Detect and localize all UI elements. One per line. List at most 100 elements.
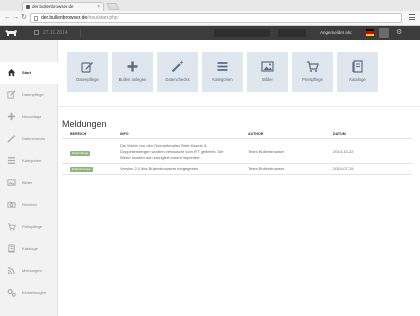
- home-icon: [7, 68, 16, 77]
- date-cell: 2014-07-15: [333, 166, 354, 171]
- book-icon: [352, 60, 363, 73]
- app-header: 27.11.2014 Angemeldet als: ⚙: [0, 26, 420, 40]
- list-icon: [7, 157, 16, 164]
- tile-label: Kategorien: [212, 77, 233, 82]
- url-path: /neu/start.php: [87, 15, 118, 21]
- book-icon: [8, 244, 15, 253]
- sidebar-item-label: Meldungen: [22, 268, 42, 273]
- sidebar-item-label: Datenchecks: [22, 136, 46, 141]
- login-status: Angemeldet als:: [320, 30, 353, 35]
- sidebar-item-datenchecks[interactable]: Datenchecks: [0, 128, 58, 150]
- tile-preispflege[interactable]: Preispflege: [292, 52, 333, 92]
- browser-toolbar: ← → ↻ der.bullenbrowser.de/neu/start.php: [0, 11, 420, 26]
- header-search-secondary[interactable]: [278, 29, 306, 37]
- wand-icon: [171, 60, 184, 73]
- gears-icon: [7, 289, 16, 297]
- quick-tiles: Datenpflege Bullen anlegen Datenchecks K…: [58, 40, 420, 106]
- header-search-field[interactable]: [214, 29, 270, 37]
- column-header-bereich: BEREICH: [70, 132, 87, 136]
- tile-label: Preispflege: [302, 77, 323, 82]
- tile-kategorien[interactable]: Kategorien: [202, 52, 243, 92]
- edit-icon: [81, 62, 93, 73]
- sidebar-item-kategorien[interactable]: Kategorien: [0, 150, 58, 172]
- cart-icon: [7, 223, 16, 231]
- sidebar-item-meldungen[interactable]: Meldungen: [0, 260, 58, 282]
- info-line: Version 2.0 des Bullenbrowsers freigegeb…: [120, 166, 199, 171]
- edit-icon: [7, 90, 16, 99]
- new-tab-button[interactable]: [106, 3, 120, 10]
- browser-tab-bar: der.bullenbrowser.de ×: [0, 0, 420, 11]
- tile-label: Datenpflege: [76, 77, 99, 82]
- table-header-rule: [62, 138, 412, 139]
- tile-label: Bilder: [262, 77, 273, 82]
- user-avatar[interactable]: [379, 28, 389, 38]
- author-cell: Team Bullenbrowser: [248, 149, 285, 154]
- rss-icon: [7, 267, 15, 275]
- wand-icon: [7, 134, 16, 143]
- tile-label: Kataloge: [349, 77, 366, 82]
- url-host: der.bullenbrowser.de: [41, 15, 88, 21]
- german-flag-icon[interactable]: [366, 29, 374, 36]
- calendar-icon: [34, 30, 39, 35]
- sidebar-item-label: Preispflege: [22, 224, 43, 229]
- address-bar[interactable]: der.bullenbrowser.de/neu/start.php: [30, 13, 402, 23]
- sidebar-item-kataloge[interactable]: Kataloge: [0, 238, 58, 260]
- sidebar-item-label: Kategorien: [22, 158, 42, 163]
- page-icon: [34, 16, 38, 21]
- info-cell: Die Werte von den Geimerkmalen Beta Kase…: [120, 143, 244, 161]
- tile-bilder[interactable]: Bilder: [247, 52, 288, 92]
- tile-bullen-anlegen[interactable]: Bullen anlegen: [112, 52, 153, 92]
- author-cell: Team Bullenbrowser: [248, 166, 285, 171]
- reload-icon[interactable]: ↻: [21, 14, 27, 22]
- sidebar-item-label: Start: [22, 70, 32, 75]
- area-badge: Bullenbrowser: [70, 167, 94, 172]
- sidebar-item-label: Rechten: [22, 202, 37, 207]
- sidebar-item-neuanlage[interactable]: Neuanlage: [0, 106, 58, 128]
- sidebar-item-einstellungen[interactable]: Einstellungen: [0, 282, 58, 304]
- plus-icon: [7, 112, 16, 121]
- sidebar-item-label: Kataloge: [22, 246, 38, 251]
- favicon-icon: [26, 5, 30, 9]
- browser-menu-icon[interactable]: [409, 14, 415, 22]
- tile-kataloge[interactable]: Kataloge: [337, 52, 378, 92]
- sidebar-item-preispflege[interactable]: Preispflege: [0, 216, 58, 238]
- sidebar-item-label: Datenpflege: [22, 92, 44, 97]
- cart-icon: [307, 61, 319, 72]
- bull-logo-icon[interactable]: [4, 29, 18, 37]
- sidebar-item-label: Neuanlage: [22, 114, 42, 119]
- sidebar-item-rechten[interactable]: Rechten: [0, 194, 58, 216]
- tile-datenpflege[interactable]: Datenpflege: [67, 52, 108, 92]
- settings-gear-icon[interactable]: ⚙: [396, 26, 402, 40]
- messages-title: Meldungen: [62, 119, 107, 129]
- browser-tab[interactable]: der.bullenbrowser.de ×: [22, 2, 104, 11]
- section-divider: [58, 106, 420, 107]
- date-cell: 2014-10-22: [333, 149, 354, 154]
- image-icon: [7, 179, 16, 186]
- plus-icon: [127, 61, 138, 72]
- close-tab-icon[interactable]: ×: [97, 3, 100, 11]
- sidebar-item-start[interactable]: Start: [0, 62, 58, 84]
- info-line: Werte wurden nun korrigiert erneut impor…: [120, 155, 201, 160]
- column-header-info: INFO: [120, 132, 129, 136]
- sidebar-item-bilder[interactable]: Bilder: [0, 172, 58, 194]
- sidebar-item-datenpflege[interactable]: Datenpflege: [0, 84, 58, 106]
- tile-datenchecks[interactable]: Datenchecks: [157, 52, 198, 92]
- row-divider: [62, 163, 412, 164]
- list-icon: [217, 62, 228, 71]
- image-icon: [261, 61, 274, 72]
- main-content: Datenpflege Bullen anlegen Datenchecks K…: [58, 40, 420, 316]
- column-header-datum: DATUM: [333, 132, 346, 136]
- header-date: 27.11.2014: [43, 30, 68, 36]
- camera-icon: [7, 201, 16, 208]
- tile-label: Bullen anlegen: [118, 77, 147, 82]
- back-arrow-icon[interactable]: ←: [4, 14, 11, 22]
- sidebar: Start Datenpflege Neuanlage Datenchecks …: [0, 40, 58, 316]
- sidebar-item-label: Bilder: [22, 180, 33, 185]
- header-divider: [80, 29, 81, 37]
- info-cell: Version 2.0 des Bullenbrowsers freigegeb…: [120, 166, 198, 172]
- tile-label: Datenchecks: [165, 77, 190, 82]
- column-header-author: AUTHOR: [248, 132, 264, 136]
- forward-arrow-icon[interactable]: →: [12, 14, 19, 22]
- sidebar-item-label: Einstellungen: [22, 290, 47, 295]
- browser-tab-title: der.bullenbrowser.de: [32, 4, 74, 9]
